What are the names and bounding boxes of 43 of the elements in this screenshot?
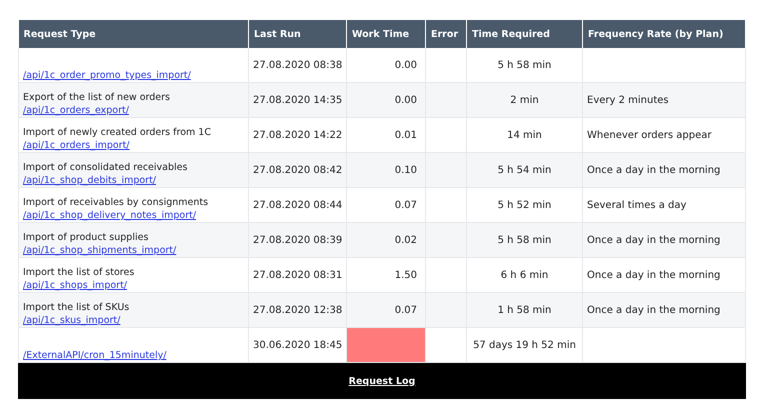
table-cell: 27.08.2020 12:38 [248, 292, 346, 328]
table-cell: Once a day in the morning [582, 222, 746, 258]
endpoint-link[interactable]: /api/1c_shop_debits_import/ [23, 175, 244, 186]
request-description: Import of newly created orders from 1C [23, 127, 212, 138]
table-cell: 2 min [466, 82, 582, 118]
table-cell: 0.00 [346, 82, 426, 118]
column-header: Work Time [346, 20, 426, 48]
endpoint-link[interactable]: /api/1c_shops_import/ [23, 280, 244, 291]
request-description: Import of product supplies [23, 232, 150, 243]
table-cell: 5 h 58 min [466, 222, 582, 258]
endpoint-link[interactable]: /ExternalAPI/cron_15minutely/ [23, 350, 244, 361]
endpoint-link[interactable]: /api/1c_shop_delivery_notes_import/ [23, 210, 244, 221]
table-cell [426, 82, 466, 118]
endpoint-link[interactable]: /api/1c_orders_import/ [23, 140, 244, 151]
table-cell: 0.02 [346, 222, 426, 258]
request-description: Import of consolidated receivables [23, 162, 188, 173]
table-cell: 27.08.2020 14:35 [248, 82, 346, 118]
request-description: Import the list of stores [23, 267, 136, 278]
table-cell [426, 152, 466, 188]
table-cell: 27.08.2020 08:42 [248, 152, 346, 188]
column-header: Time Required [466, 20, 582, 48]
endpoint-link[interactable]: /api/1c_orders_export/ [23, 105, 244, 116]
table-cell: 1 h 58 min [466, 292, 582, 328]
request-description: Import of receivables by consignments [23, 197, 210, 208]
column-header: Error [426, 20, 466, 48]
column-header: Last Run [248, 20, 346, 48]
table-cell: Once a day in the morning [582, 152, 746, 188]
table-cell: 0.10 [346, 152, 426, 188]
table-cell: 27.08.2020 08:39 [248, 222, 346, 258]
endpoint-link[interactable]: /api/1c_skus_import/ [23, 315, 244, 326]
endpoint-link[interactable]: /api/1c_shop_shipments_import/ [23, 245, 244, 256]
table-cell: 5 h 54 min [466, 152, 582, 188]
column-header: Frequency Rate (by Plan) [582, 20, 746, 48]
table-cell: Once a day in the morning [582, 292, 746, 328]
request-description: Export of the list of new orders [23, 92, 171, 103]
table-cell [426, 222, 466, 258]
column-header: Request Type [18, 20, 248, 48]
table-cell [426, 292, 466, 328]
table-cell: 0.07 [346, 292, 426, 328]
table-cell: Every 2 minutes [582, 82, 746, 118]
request-description: Import the list of SKUs [23, 302, 130, 313]
request-log-link[interactable]: Request Log [348, 376, 416, 386]
endpoint-link[interactable]: /api/1c_order_promo_types_import/ [23, 70, 244, 81]
